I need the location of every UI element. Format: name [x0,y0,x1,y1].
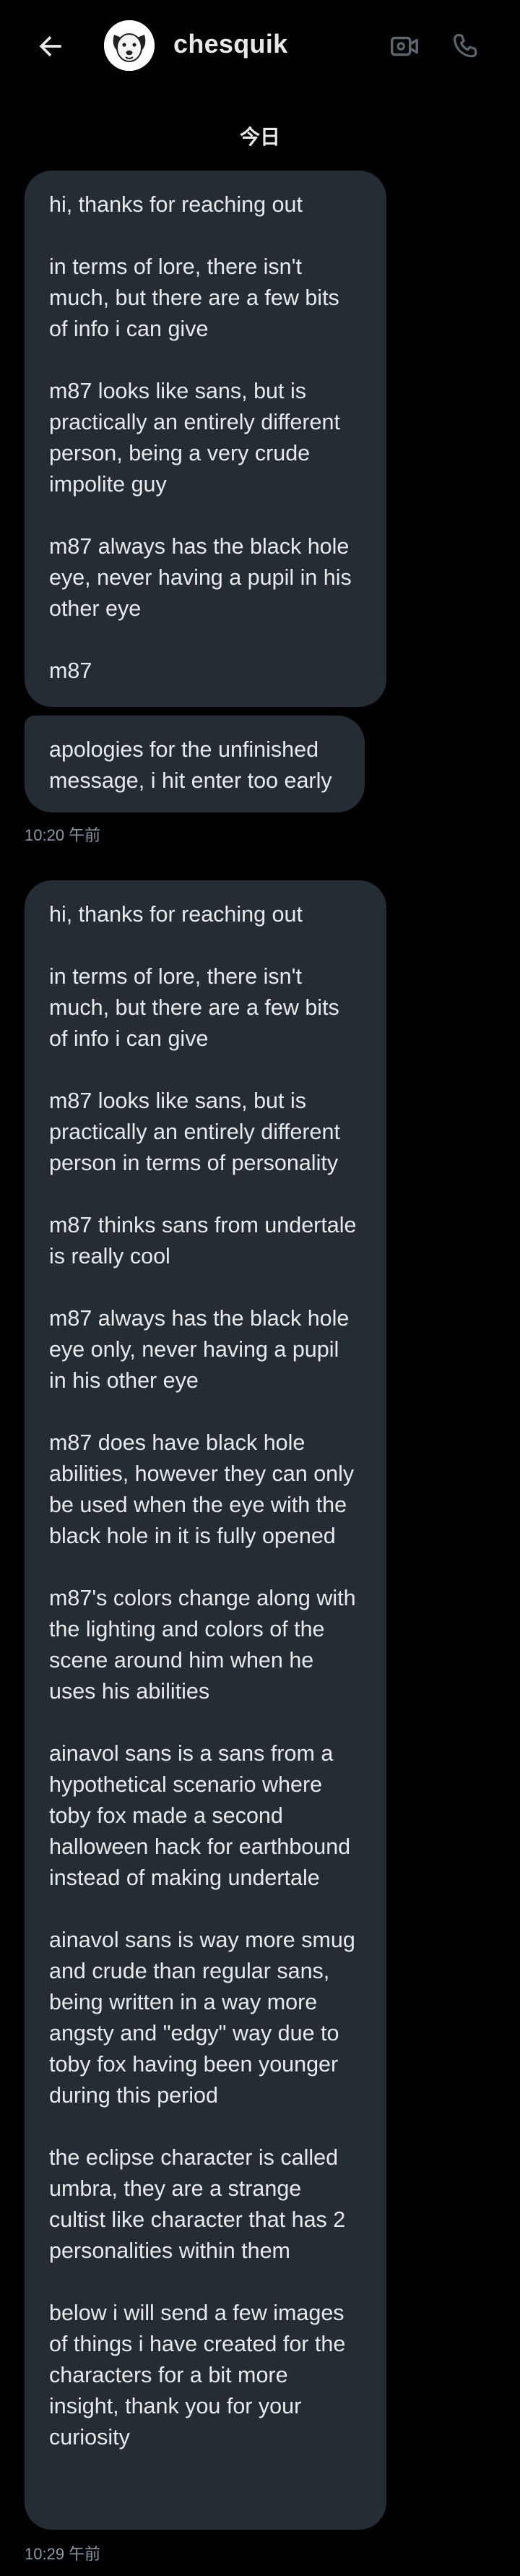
message-paragraph: ainavol sans is way more smug and crude … [49,1928,355,2108]
voice-call-button[interactable] [445,26,485,66]
message-paragraph: m87 always has the black hole eye, never… [49,534,352,621]
video-call-button[interactable] [384,26,425,66]
message-paragraph: m87 [49,658,92,683]
avatar[interactable] [104,20,155,71]
message-paragraph: m87 always has the black hole eye only, … [49,1306,350,1393]
contact-name[interactable]: chesquik [173,29,287,59]
phone-icon [453,33,477,58]
arrow-left-icon [39,35,61,57]
chat-header: chesquik [0,0,520,93]
message-paragraph: in terms of lore, there isn't much, but … [49,254,339,341]
message-bubble[interactable]: hi, thanks for reaching out in terms of … [25,880,386,2530]
message-bubble[interactable]: hi, thanks for reaching out in terms of … [25,171,386,707]
message-paragraph: the eclipse character is called umbra, t… [49,2145,346,2263]
message-paragraph: m87 thinks sans from undertale is really… [49,1213,357,1268]
message-paragraph: in terms of lore, there isn't much, but … [49,964,339,1051]
message-paragraph: ainavol sans is a sans from a hypothetic… [49,1741,351,1890]
message-paragraph: apologies for the unfinished message, i … [49,737,332,793]
message-paragraph: hi, thanks for reaching out [49,902,303,927]
message-paragraph: m87 looks like sans, but is practically … [49,379,340,497]
message-paragraph: m87 does have black hole abilities, howe… [49,1430,355,1548]
message-paragraph: m87's colors change along with the light… [49,1586,356,1704]
date-separator: 今日 [239,126,280,148]
back-button[interactable] [27,26,74,66]
message-paragraph: below i will send a few images of things… [49,2301,346,2450]
message-timestamp: 10:29 午前 [25,2545,101,2563]
dog-avatar-icon [104,20,155,71]
message-paragraph: hi, thanks for reaching out [49,192,303,217]
message-timestamp: 10:20 午前 [25,826,101,844]
video-camera-icon [391,36,418,56]
message-paragraph: m87 looks like sans, but is practically … [49,1089,340,1175]
message-bubble[interactable]: apologies for the unfinished message, i … [25,716,365,812]
